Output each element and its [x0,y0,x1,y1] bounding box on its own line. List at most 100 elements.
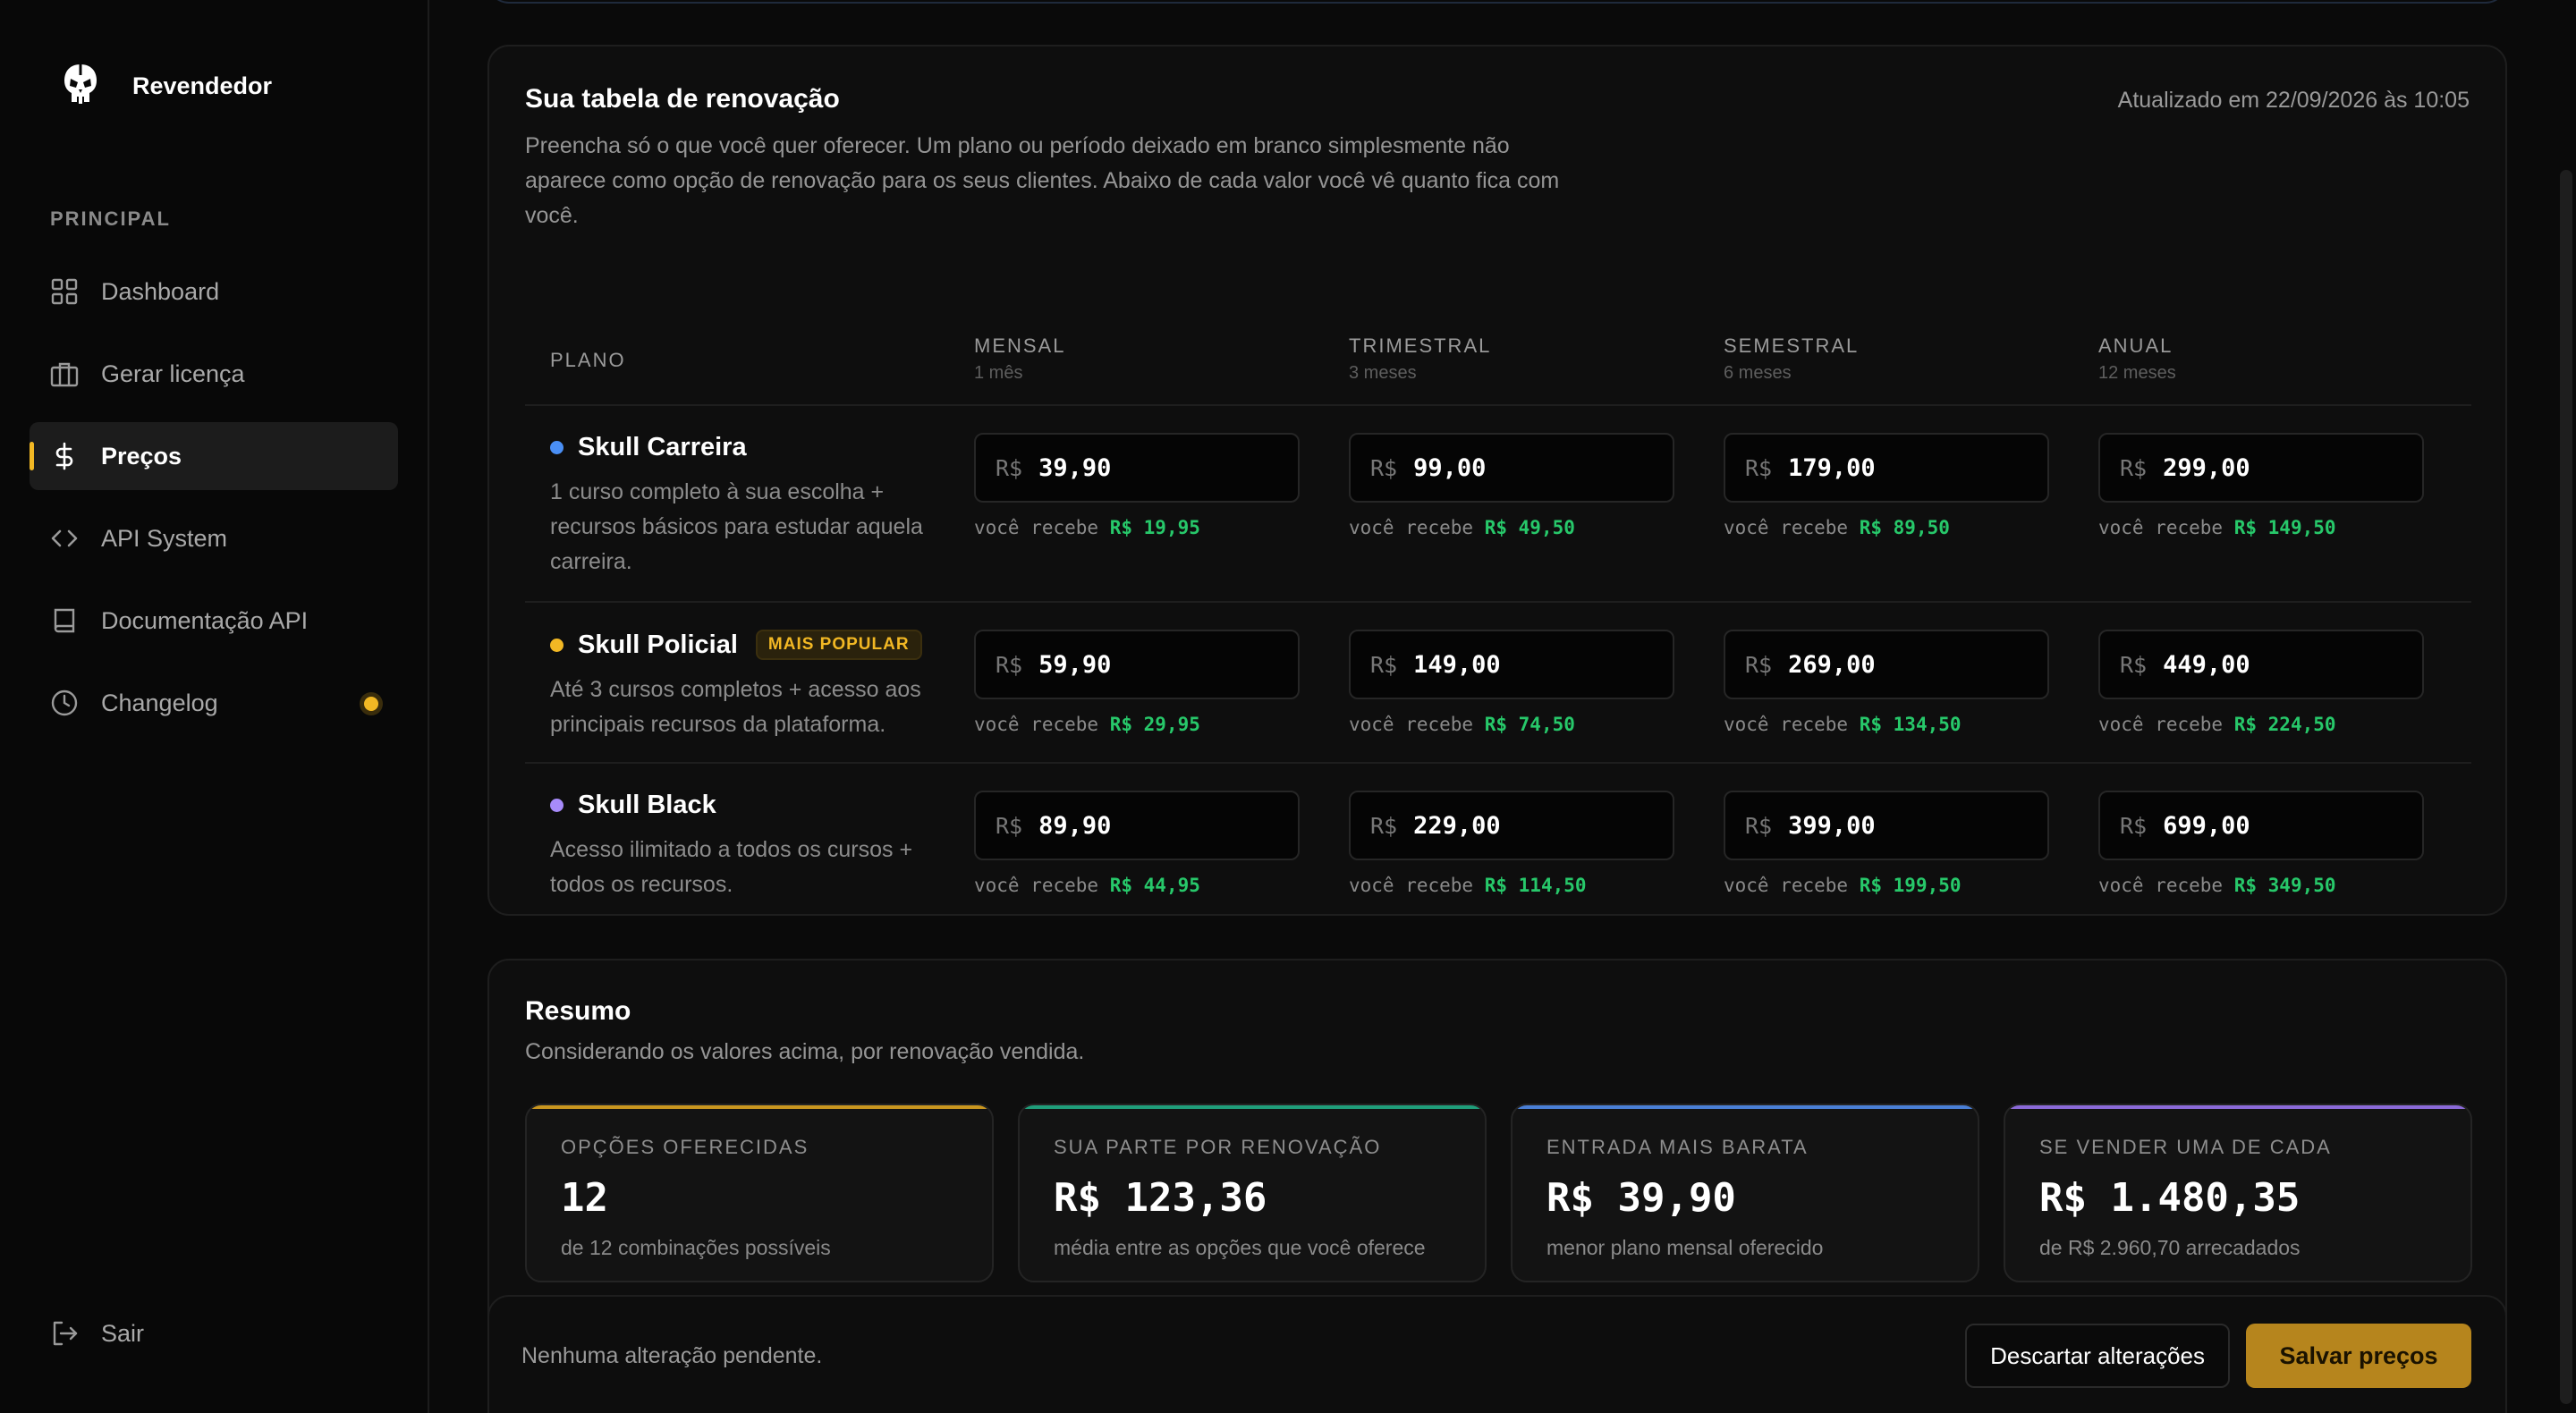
price-input[interactable]: R$ 39,90 [974,433,1300,503]
price-value: 149,00 [1413,650,1501,679]
price-input[interactable]: R$ 399,00 [1724,791,2049,860]
price-input[interactable]: R$ 269,00 [1724,630,2049,699]
column-header-label: SEMESTRAL [1724,334,1860,357]
stat-label: SUA PARTE POR RENOVAÇÃO [1054,1136,1382,1158]
scrollbar-thumb[interactable] [2560,170,2572,1404]
price-input[interactable]: R$ 99,00 [1349,433,1674,503]
sidebar-item-label: Preços [101,442,182,470]
sidebar-item-label: API System [101,524,228,552]
scrollbar[interactable] [2555,0,2576,1413]
table-row: Skull Policial MAIS POPULAR Até 3 cursos… [525,603,2471,764]
column-header-mensal: MENSAL 1 mês [974,334,1065,384]
plan-color-dot [550,799,564,812]
price-value: 449,00 [2163,650,2250,679]
price-input[interactable]: R$ 179,00 [1724,433,2049,503]
receive-label: você recebe [1724,517,1849,538]
receive-amount: R$ 89,50 [1859,517,1950,538]
column-header-sub: 12 meses [2098,363,2176,383]
sidebar-item-precos[interactable]: Preços [30,422,398,490]
receive-amount: R$ 349,50 [2233,875,2336,896]
stat-label: SE VENDER UMA DE CADA [2039,1136,2332,1158]
receive-label: você recebe [2098,875,2224,896]
price-value: 399,00 [1788,811,1876,840]
price-input[interactable]: R$ 449,00 [2098,630,2424,699]
sidebar-item-label: Documentação API [101,606,309,634]
currency-prefix: R$ [996,812,1023,839]
brand[interactable]: Revendedor [63,63,272,109]
stat-card-sua-parte: SUA PARTE POR RENOVAÇÃO R$ 123,36 média … [1018,1104,1487,1282]
price-value: 299,00 [2163,453,2250,482]
receive-label: você recebe [2098,517,2224,538]
price-input[interactable]: R$ 59,90 [974,630,1300,699]
sidebar-nav: Dashboard Gerar licença Preços API Syste… [30,258,398,751]
receive-amount: R$ 49,50 [1484,517,1575,538]
price-input[interactable]: R$ 299,00 [2098,433,2424,503]
price-input[interactable]: R$ 149,00 [1349,630,1674,699]
clock-icon [51,690,78,716]
receive-label: você recebe [974,714,1099,735]
price-input[interactable]: R$ 229,00 [1349,791,1674,860]
sidebar-item-api-system[interactable]: API System [30,504,398,572]
dollar-icon [55,442,73,470]
receive-amount: R$ 134,50 [1859,714,1962,735]
plan-cell: Skull Black Acesso ilimitado a todos os … [550,791,962,902]
currency-prefix: R$ [2120,812,2148,839]
receive-amount: R$ 114,50 [1484,875,1587,896]
save-bar: Nenhuma alteração pendente. Descartar al… [487,1295,2507,1413]
code-icon [51,529,78,547]
receive-text: você recebe R$ 199,50 [1724,875,2049,896]
pricing-table: PLANO MENSAL 1 mês TRIMESTRAL 3 meses SE… [525,281,2471,925]
currency-prefix: R$ [1370,812,1398,839]
price-value: 179,00 [1788,453,1876,482]
price-input[interactable]: R$ 699,00 [2098,791,2424,860]
summary-title: Resumo [525,996,631,1026]
column-header-anual: ANUAL 12 meses [2098,334,2176,384]
price-cell: R$ 59,90 você recebe R$ 29,95 [974,630,1300,735]
receive-amount: R$ 29,95 [1109,714,1200,735]
brand-name: Revendedor [132,72,273,99]
logout-label: Sair [101,1319,145,1347]
plan-cell: Skull Carreira 1 curso completo à sua es… [550,433,962,580]
receive-amount: R$ 19,95 [1109,517,1200,538]
sidebar-item-documentacao-api[interactable]: Documentação API [30,587,398,655]
pricing-description: Preencha só o que você quer oferecer. Um… [525,133,1560,228]
table-header: PLANO MENSAL 1 mês TRIMESTRAL 3 meses SE… [525,281,2471,406]
nav-section-label: PRINCIPAL [50,207,171,230]
discard-button[interactable]: Descartar alterações [1965,1324,2230,1388]
currency-prefix: R$ [1370,454,1398,481]
briefcase-icon [50,362,79,387]
sidebar-item-changelog[interactable]: Changelog [30,669,398,737]
column-header-label: MENSAL [974,334,1066,357]
stat-label: OPÇÕES OFERECIDAS [561,1136,809,1158]
receive-amount: R$ 44,95 [1109,875,1200,896]
column-header-label: ANUAL [2098,334,2174,357]
receive-text: você recebe R$ 349,50 [2098,875,2424,896]
sidebar-item-dashboard[interactable]: Dashboard [30,258,398,326]
column-header-plan: PLANO [550,349,626,372]
price-value: 699,00 [2163,811,2250,840]
price-cell: R$ 89,90 você recebe R$ 44,95 [974,791,1300,896]
price-cell: R$ 299,00 você recebe R$ 149,50 [2098,433,2424,538]
sidebar-item-gerar-licenca[interactable]: Gerar licença [30,340,398,408]
currency-prefix: R$ [996,454,1023,481]
price-value: 89,90 [1038,811,1112,840]
book-icon [54,608,75,633]
receive-label: você recebe [1724,714,1849,735]
price-value: 59,90 [1038,650,1112,679]
pricing-title: Sua tabela de renovação [525,84,840,114]
save-button[interactable]: Salvar preços [2246,1324,2471,1388]
logout-icon [53,1321,78,1346]
price-value: 39,90 [1038,453,1112,482]
receive-text: você recebe R$ 29,95 [974,714,1300,735]
price-cell: R$ 229,00 você recebe R$ 114,50 [1349,791,1674,896]
receive-label: você recebe [974,517,1099,538]
logout-button[interactable]: Sair [49,1318,144,1349]
notification-dot [364,697,378,711]
receive-amount: R$ 224,50 [2233,714,2336,735]
currency-prefix: R$ [1745,812,1773,839]
stat-sub: média entre as opções que você oferece [1054,1236,1426,1259]
currency-prefix: R$ [1745,454,1773,481]
price-input[interactable]: R$ 89,90 [974,791,1300,860]
pending-status: Nenhuma alteração pendente. [521,1343,823,1368]
column-header-label: TRIMESTRAL [1349,334,1492,357]
